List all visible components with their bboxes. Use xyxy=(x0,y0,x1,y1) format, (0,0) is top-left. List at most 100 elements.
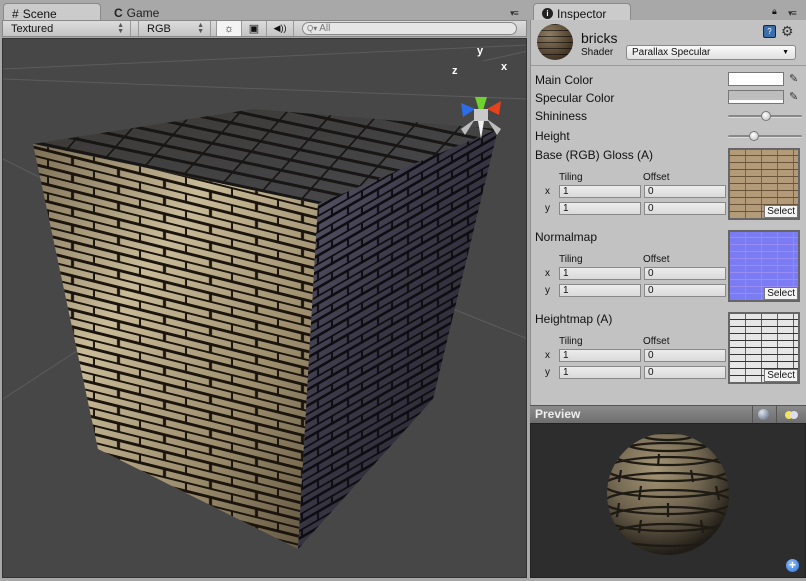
tiling-y-field[interactable]: 1 xyxy=(559,284,641,297)
material-header: bricks Shader Parallax Specular ▼ ? ⚙ xyxy=(531,20,806,66)
preview-light-button[interactable] xyxy=(776,406,806,423)
texture-base-select-button[interactable]: Select xyxy=(764,205,798,218)
tab-inspector-label: Inspector xyxy=(557,6,607,21)
channel-mode-dropdown[interactable]: RGB ▲ ▼ xyxy=(139,21,211,36)
tiling-label: Tiling xyxy=(559,172,583,183)
inspector-panel-menu-icon[interactable]: ▾≡ xyxy=(788,8,797,19)
texture-normalmap-select-button[interactable]: Select xyxy=(764,287,798,300)
specular-color-label: Specular Color xyxy=(535,91,615,105)
scene-overlay-toggle[interactable]: ▣ xyxy=(242,21,267,36)
tab-scene-label: Scene xyxy=(22,6,57,21)
gizmo-center-cube xyxy=(474,109,488,121)
offset-y-field[interactable]: 0 xyxy=(644,366,726,379)
specular-color-swatch[interactable] xyxy=(728,90,784,104)
offset-label: Offset xyxy=(643,336,670,347)
search-icon: Q▾ xyxy=(307,24,318,33)
eyedropper-icon[interactable]: ✎ xyxy=(789,90,798,103)
tab-game[interactable]: C Game xyxy=(106,3,186,21)
texture-heightmap-label: Heightmap (A) xyxy=(535,312,613,326)
inspector-tabbar: i Inspector 🔒︎ ▾≡ xyxy=(530,0,806,21)
tiling-x-field[interactable]: 1 xyxy=(559,185,641,198)
texture-normalmap-label: Normalmap xyxy=(535,230,598,244)
height-slider-thumb[interactable] xyxy=(749,131,760,141)
gear-icon[interactable]: ⚙ xyxy=(781,23,794,40)
shininess-label: Shininess xyxy=(535,109,588,123)
texture-heightmap-select-button[interactable]: Select xyxy=(764,369,798,382)
material-name: bricks xyxy=(581,30,618,46)
shader-value: Parallax Specular xyxy=(632,47,711,58)
shininess-slider[interactable] xyxy=(728,111,802,121)
inspector-body: bricks Shader Parallax Specular ▼ ? ⚙ Ma… xyxy=(530,20,806,405)
texture-normalmap: Normalmap Tiling Offset x y 1 1 0 0 Sele… xyxy=(531,230,806,310)
scene-panel: # Scene C Game ▾≡ Textured ▲ ▼ RGB ▲ ▼ ☼ ▣… xyxy=(0,0,529,581)
preview-title: Preview xyxy=(535,407,581,421)
sphere-icon xyxy=(758,409,769,420)
preview-header: Preview xyxy=(530,405,806,423)
grid-icon: # xyxy=(12,6,19,21)
height-slider[interactable] xyxy=(728,131,802,141)
offset-x-field[interactable]: 0 xyxy=(644,185,726,198)
add-icon[interactable]: + xyxy=(786,559,799,572)
main-color-swatch[interactable] xyxy=(728,72,784,86)
channel-mode-value: RGB xyxy=(147,22,171,35)
gizmo-y-label[interactable]: y xyxy=(477,45,483,57)
tiling-x-field[interactable]: 1 xyxy=(559,267,641,280)
image-icon: ▣ xyxy=(248,23,260,35)
gizmo-z-cone xyxy=(461,103,475,117)
offset-y-field[interactable]: 0 xyxy=(644,284,726,297)
shader-dropdown[interactable]: Parallax Specular ▼ xyxy=(626,45,796,60)
material-thumbnail xyxy=(537,24,573,60)
main-color-label: Main Color xyxy=(535,73,594,87)
scene-audio-toggle[interactable]: ◀)) xyxy=(267,21,294,36)
updown-arrows-icon: ▲ ▼ xyxy=(117,21,124,35)
gizmo-z-label[interactable]: z xyxy=(452,65,458,77)
scene-render xyxy=(3,44,526,549)
scene-lighting-toggle[interactable]: ☼ xyxy=(217,21,242,36)
offset-label: Offset xyxy=(643,172,670,183)
tiling-y-field[interactable]: 1 xyxy=(559,202,641,215)
axis-y-label: y xyxy=(545,285,550,296)
render-mode-dropdown[interactable]: Textured ▲ ▼ xyxy=(3,21,131,36)
tab-inspector[interactable]: i Inspector xyxy=(533,3,631,21)
scene-search-input[interactable]: Q▾ All xyxy=(302,22,517,35)
axis-x-label: x xyxy=(545,268,550,279)
lock-icon[interactable]: 🔒︎ xyxy=(772,6,777,17)
gizmo-x-label[interactable]: x xyxy=(501,61,507,73)
offset-x-field[interactable]: 0 xyxy=(644,349,726,362)
scene-panel-menu-icon[interactable]: ▾≡ xyxy=(510,8,519,19)
texture-heightmap: Heightmap (A) Tiling Offset x y 1 1 0 0 … xyxy=(531,312,806,392)
chevron-down-icon: ▼ xyxy=(782,49,789,56)
help-book-icon[interactable]: ? xyxy=(763,25,776,38)
preview-mesh-button[interactable] xyxy=(752,406,774,423)
axis-y-label: y xyxy=(545,203,550,214)
offset-x-field[interactable]: 0 xyxy=(644,267,726,280)
axis-x-label: x xyxy=(545,350,550,361)
scene-tabbar: # Scene C Game ▾≡ xyxy=(0,0,529,21)
scene-viewport[interactable]: y x z xyxy=(2,38,527,578)
toolbar-spacer xyxy=(131,21,139,36)
speaker-icon: ◀)) xyxy=(273,23,287,33)
pacman-icon: C xyxy=(114,6,123,20)
info-icon: i xyxy=(542,8,553,19)
search-placeholder: All xyxy=(319,23,331,34)
axis-y-label: y xyxy=(545,367,550,378)
texture-base: Base (RGB) Gloss (A) Tiling Offset x y 1… xyxy=(531,148,806,228)
texture-base-label: Base (RGB) Gloss (A) xyxy=(535,148,654,162)
material-preview[interactable]: + xyxy=(530,423,806,578)
tab-scene[interactable]: # Scene xyxy=(3,3,101,21)
offset-label: Offset xyxy=(643,254,670,265)
texture-heightmap-thumbnail[interactable]: Select xyxy=(728,312,800,384)
updown-arrows-icon: ▲ ▼ xyxy=(197,21,204,35)
texture-base-thumbnail[interactable]: Select xyxy=(728,148,800,220)
shader-label: Shader xyxy=(581,47,614,58)
tab-game-label: Game xyxy=(126,6,160,20)
height-label: Height xyxy=(535,129,570,143)
offset-y-field[interactable]: 0 xyxy=(644,202,726,215)
tiling-x-field[interactable]: 1 xyxy=(559,349,641,362)
tiling-y-field[interactable]: 1 xyxy=(559,366,641,379)
eyedropper-icon[interactable]: ✎ xyxy=(789,72,798,85)
shininess-slider-thumb[interactable] xyxy=(761,111,772,121)
axis-x-label: x xyxy=(545,186,550,197)
gizmo-x-cone xyxy=(487,101,501,115)
texture-normalmap-thumbnail[interactable]: Select xyxy=(728,230,800,302)
